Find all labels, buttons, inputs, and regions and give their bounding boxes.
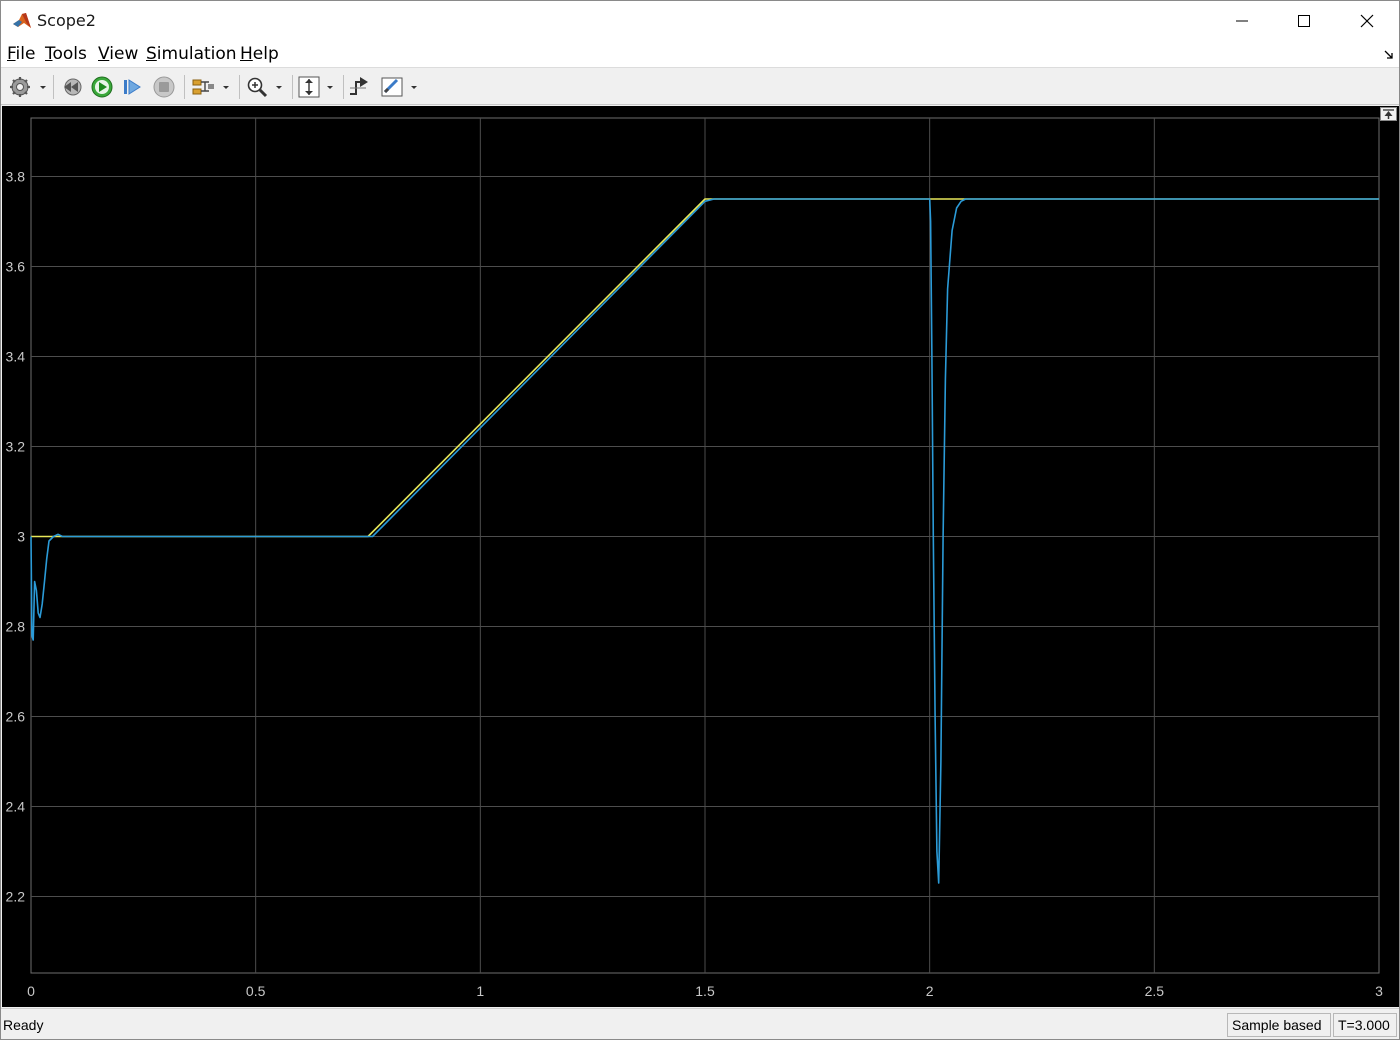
signal-select-button[interactable]: [189, 74, 233, 100]
menu-help[interactable]: Help: [240, 44, 279, 64]
scope-plot-area[interactable]: 0 0.5 1 1.5 2 2.5 3 2.2 2.4 2.6 2.8 3 3.2 3.4 3.6 3.8: [2, 106, 1399, 1007]
x-tick-label: 0: [27, 983, 35, 999]
cursor-measure-icon: [381, 77, 417, 97]
x-tick-label: 1: [476, 983, 484, 999]
y-tick-label: 3.6: [6, 259, 26, 275]
scope-window: Scope2 File Tools View Simulation Help 0…: [0, 0, 1400, 1040]
tick-labels: 0 0.5 1 1.5 2 2.5 3 2.2 2.4 2.6 2.8 3 3.2 3.4 3.6 3.8: [6, 169, 1384, 1000]
signal-select-icon: [192, 79, 229, 95]
status-ready-text: Ready: [3, 1017, 44, 1033]
y-tick-label: 3.8: [6, 169, 26, 185]
title-bar[interactable]: Scope2: [1, 1, 1399, 41]
close-icon: [1360, 14, 1374, 28]
minimize-icon: [1236, 20, 1248, 22]
status-time: T=3.000: [1333, 1013, 1397, 1037]
step-forward-icon: [124, 79, 141, 95]
toolbar-separator: [184, 75, 185, 99]
run-icon: [91, 76, 113, 98]
maximize-icon: [1298, 15, 1310, 27]
matlab-logo-icon: [12, 11, 32, 31]
cursor-measure-button[interactable]: [379, 74, 423, 100]
toolbar-separator: [239, 75, 240, 99]
y-tick-label: 3: [17, 529, 25, 545]
step-forward-button[interactable]: [119, 74, 145, 100]
grid: [30, 117, 1380, 974]
zoom-button[interactable]: [244, 74, 286, 100]
y-tick-label: 3.4: [6, 349, 26, 365]
y-tick-label: 2.6: [6, 709, 26, 725]
x-tick-label: 2.5: [1145, 983, 1165, 999]
menu-simulation[interactable]: Simulation: [146, 44, 237, 64]
x-tick-label: 2: [926, 983, 934, 999]
status-bar: Ready Sample based T=3.000: [1, 1008, 1399, 1039]
x-tick-label: 0.5: [246, 983, 266, 999]
maximize-button[interactable]: [1273, 1, 1335, 41]
toolbar-separator: [53, 75, 54, 99]
step-back-icon: [64, 78, 82, 96]
status-sample-mode: Sample based: [1227, 1013, 1331, 1037]
y-tick-label: 2.4: [6, 799, 26, 815]
scope-chart: 0 0.5 1 1.5 2 2.5 3 2.2 2.4 2.6 2.8 3 3.2 3.4 3.6 3.8: [6, 117, 1384, 1000]
toolbar: [1, 69, 1399, 105]
close-button[interactable]: [1336, 1, 1398, 41]
menu-view[interactable]: View: [98, 44, 138, 64]
zoom-icon: [247, 77, 282, 98]
stop-icon: [153, 76, 175, 98]
window-title: Scope2: [37, 11, 96, 30]
y-tick-label: 3.2: [6, 439, 26, 455]
menu-bar: File Tools View Simulation Help: [1, 41, 1399, 68]
toolbar-separator: [343, 75, 344, 99]
x-tick-label: 1.5: [695, 983, 715, 999]
y-tick-label: 2.8: [6, 619, 26, 635]
gear-icon: [10, 77, 46, 97]
y-tick-label: 2.2: [6, 889, 26, 905]
configuration-button[interactable]: [7, 74, 47, 100]
run-button[interactable]: [89, 74, 115, 100]
undock-arrow-icon[interactable]: [1383, 49, 1395, 61]
trigger-icon: [350, 77, 368, 95]
autoscale-button[interactable]: [296, 74, 338, 100]
autoscale-icon: [298, 76, 333, 98]
undock-axes-icon[interactable]: [1380, 107, 1397, 121]
x-tick-label: 3: [1375, 983, 1383, 999]
trigger-button[interactable]: [346, 74, 372, 100]
stop-button[interactable]: [151, 74, 177, 100]
step-back-button[interactable]: [59, 74, 85, 100]
toolbar-separator: [292, 75, 293, 99]
menu-file[interactable]: File: [7, 44, 35, 64]
menu-tools[interactable]: Tools: [45, 44, 87, 64]
minimize-button[interactable]: [1211, 1, 1273, 41]
